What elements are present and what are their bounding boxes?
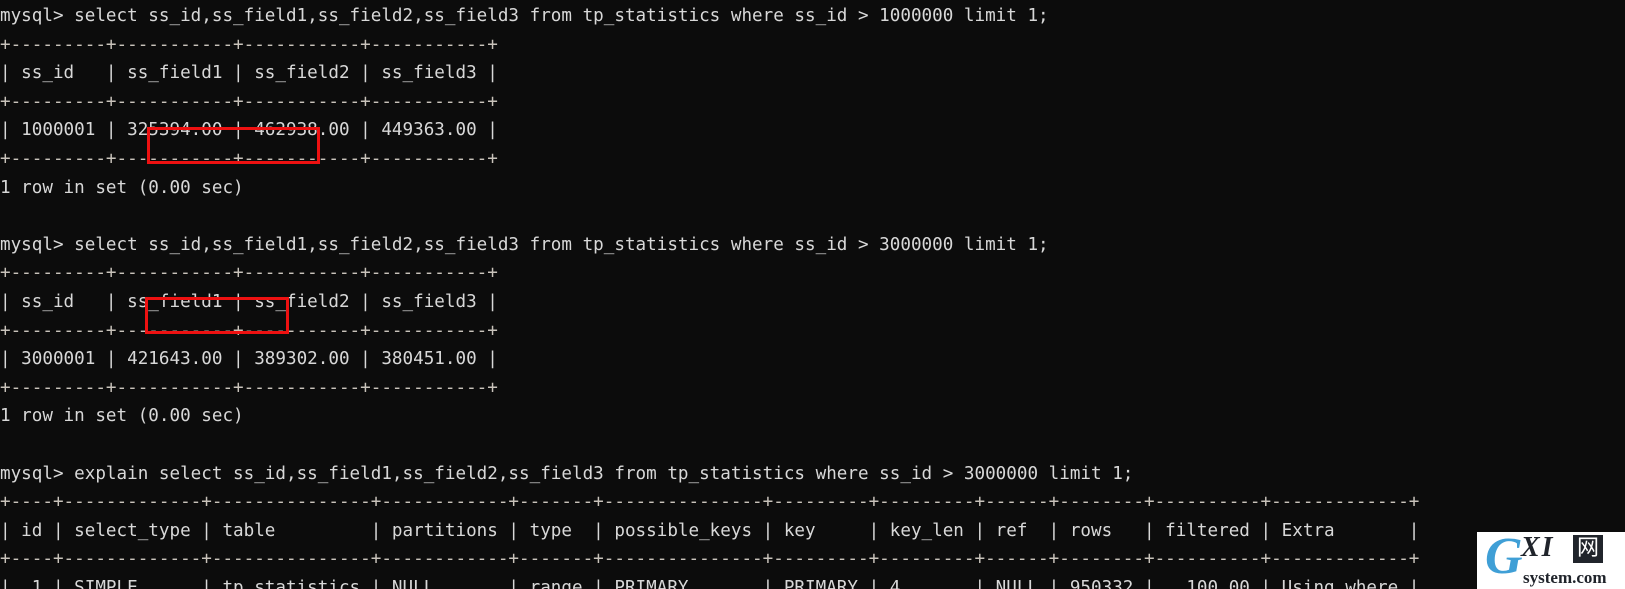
terminal-output: mysql> select ss_id,ss_field1,ss_field2,… <box>0 2 1625 589</box>
terminal-line: | 1 | SIMPLE | tp_statistics | NULL | ra… <box>0 577 1420 589</box>
terminal-line: +---------+-----------+-----------+-----… <box>0 148 498 169</box>
watermark-domain: system.com <box>1523 568 1607 587</box>
terminal-line: +----+-------------+---------------+----… <box>0 549 1420 570</box>
terminal-line: +---------+-----------+-----------+-----… <box>0 34 498 55</box>
terminal-line: 1 row in set (0.00 sec) <box>0 406 244 427</box>
terminal-line: | 3000001 | 421643.00 | 389302.00 | 3804… <box>0 349 498 370</box>
terminal-line: mysql> explain select ss_id,ss_field1,ss… <box>0 463 1134 484</box>
terminal-line: | 1000001 | 325394.00 | 462938.00 | 4493… <box>0 120 498 141</box>
terminal-line: mysql> select ss_id,ss_field1,ss_field2,… <box>0 234 1049 255</box>
terminal-line: +----+-------------+---------------+----… <box>0 492 1420 513</box>
terminal-line: mysql> select ss_id,ss_field1,ss_field2,… <box>0 6 1049 26</box>
terminal-line: | ss_id | ss_field1 | ss_field2 | ss_fie… <box>0 291 498 312</box>
watermark-cjk-badge: 网 <box>1573 535 1603 563</box>
terminal-line: | id | select_type | table | partitions … <box>0 520 1420 541</box>
terminal-line: 1 row in set (0.00 sec) <box>0 177 244 198</box>
terminal-line: | ss_id | ss_field1 | ss_field2 | ss_fie… <box>0 63 498 84</box>
terminal-line: +---------+-----------+-----------+-----… <box>0 91 498 112</box>
terminal-line: +---------+-----------+-----------+-----… <box>0 377 498 398</box>
terminal-window[interactable]: mysql> select ss_id,ss_field1,ss_field2,… <box>0 0 1625 589</box>
watermark-letters-xi: XI <box>1521 532 1555 563</box>
watermark: G XI 网 system.com <box>1477 532 1625 589</box>
terminal-line: +---------+-----------+-----------+-----… <box>0 320 498 341</box>
watermark-letter-g: G <box>1485 532 1523 585</box>
terminal-line: +---------+-----------+-----------+-----… <box>0 263 498 284</box>
